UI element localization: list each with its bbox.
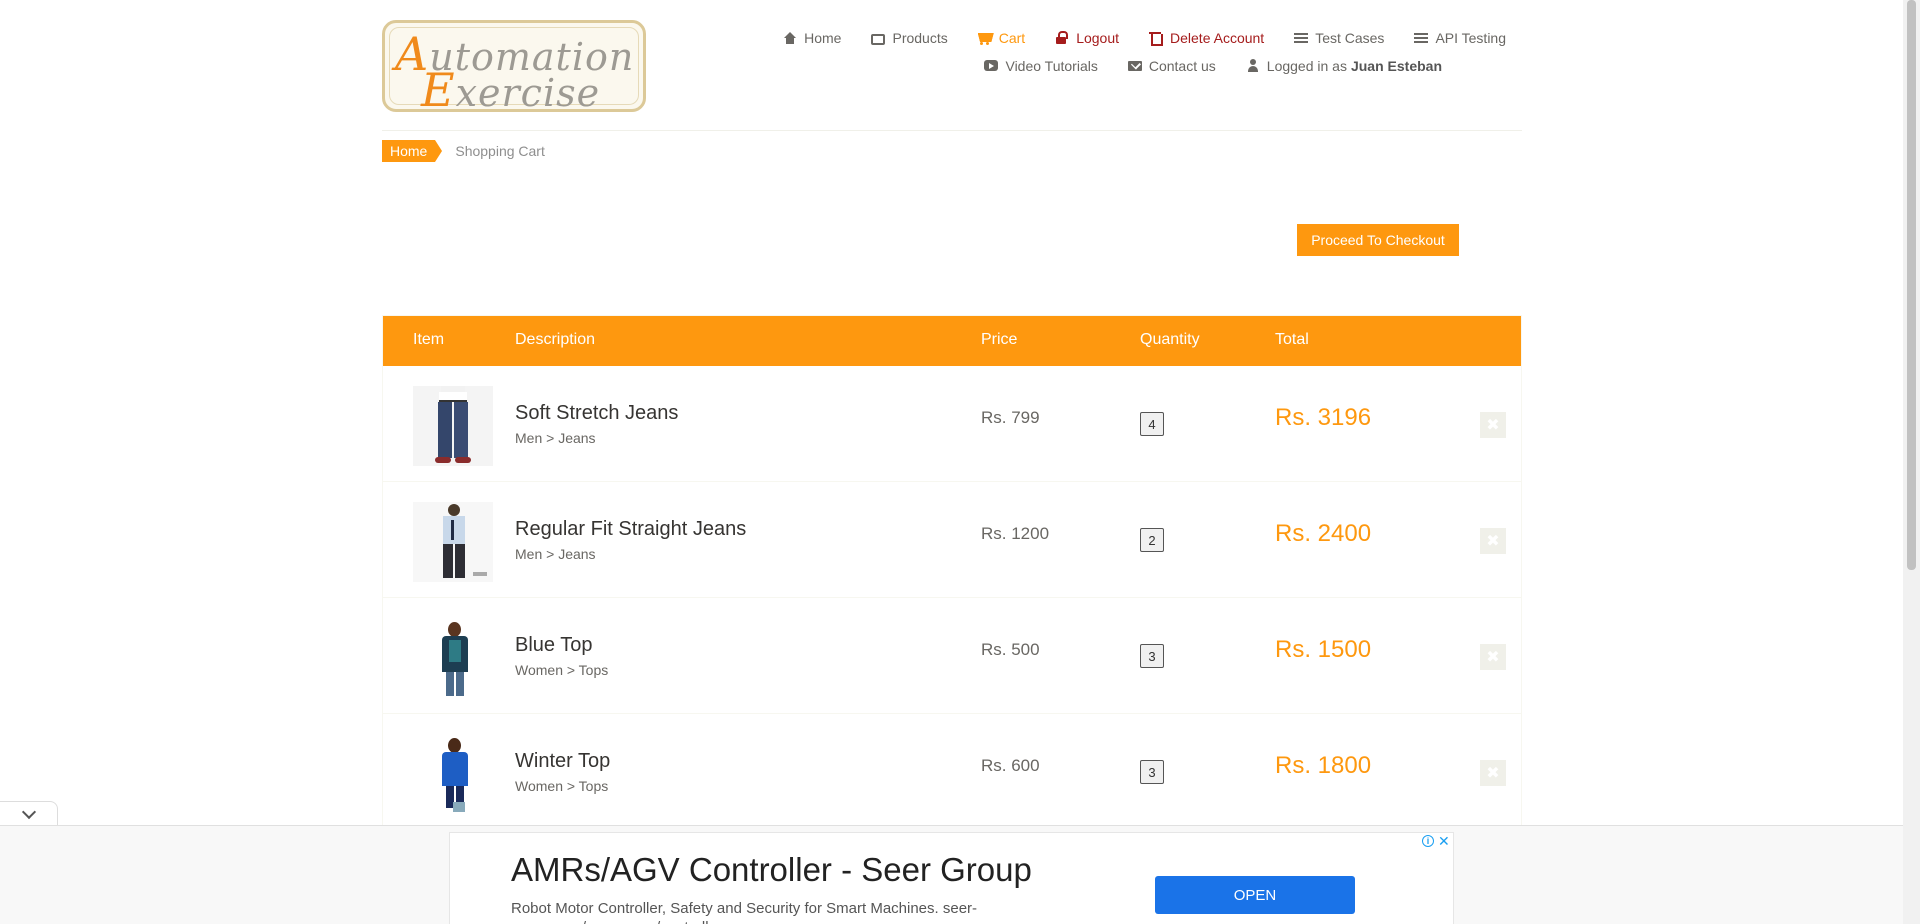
products-icon xyxy=(871,33,886,45)
logged-in-status: Logged in as Juan Esteban xyxy=(1246,58,1442,74)
nav-products[interactable]: Products xyxy=(871,30,948,46)
cart-icon xyxy=(978,31,992,45)
page-scrollbar[interactable] xyxy=(1903,0,1920,924)
nav-api-testing-label: API Testing xyxy=(1435,30,1506,46)
product-price: Rs. 500 xyxy=(981,640,1040,659)
product-quantity: 2 xyxy=(1140,528,1164,552)
logo-line-2: Exercise xyxy=(421,63,601,117)
trash-icon xyxy=(1149,31,1164,46)
product-image[interactable] xyxy=(413,734,493,814)
delete-item-button[interactable]: ✖ xyxy=(1480,528,1506,554)
username: Juan Esteban xyxy=(1350,58,1442,74)
product-quantity: 4 xyxy=(1140,412,1164,436)
product-name[interactable]: Blue Top xyxy=(515,634,592,657)
cart-row: Blue Top Women > Tops Rs. 500 3 Rs. 1500… xyxy=(383,598,1521,714)
header-quantity: Quantity xyxy=(1140,331,1200,348)
breadcrumb: Home Shopping Cart xyxy=(382,140,545,162)
close-icon: ✖ xyxy=(1486,765,1500,782)
product-total: Rs. 1500 xyxy=(1275,636,1372,663)
breadcrumb-home[interactable]: Home xyxy=(382,140,443,162)
nav-test-cases[interactable]: Test Cases xyxy=(1294,30,1384,46)
ad-content[interactable]: AMRs/AGV Controller - Seer Group Robot M… xyxy=(449,832,1454,924)
header-price: Price xyxy=(981,331,1018,348)
envelope-icon xyxy=(1127,59,1142,73)
nav-api-testing[interactable]: API Testing xyxy=(1414,30,1506,46)
nav-cart-label: Cart xyxy=(998,30,1026,46)
youtube-icon xyxy=(984,59,999,73)
product-name[interactable]: Soft Stretch Jeans xyxy=(515,402,678,425)
nav-contact-us-label: Contact us xyxy=(1148,58,1216,74)
list-icon xyxy=(1294,31,1309,45)
product-name[interactable]: Winter Top xyxy=(515,750,610,773)
close-icon: ✖ xyxy=(1486,417,1500,434)
cart-header-row: Item Description Price Quantity Total xyxy=(383,316,1521,366)
header-item: Item xyxy=(413,331,445,348)
nav-delete-account[interactable]: Delete Account xyxy=(1149,30,1264,46)
close-icon: ✖ xyxy=(1486,649,1500,666)
product-category: Women > Tops xyxy=(515,778,609,794)
ad-banner: AMRs/AGV Controller - Seer Group Robot M… xyxy=(0,825,1903,924)
header-total: Total xyxy=(1275,331,1309,348)
main-nav: Home Products Cart Logout Delete Account… xyxy=(762,30,1522,74)
product-total: Rs. 2400 xyxy=(1275,520,1372,547)
nav-row-1: Home Products Cart Logout Delete Account… xyxy=(762,30,1506,46)
nav-home[interactable]: Home xyxy=(783,30,841,46)
scrollbar-thumb[interactable] xyxy=(1907,0,1916,570)
delete-item-button[interactable]: ✖ xyxy=(1480,412,1506,438)
chevron-down-icon xyxy=(21,804,36,819)
site-logo[interactable]: Automation Exercise xyxy=(382,20,646,117)
cart-table: Item Description Price Quantity Total So… xyxy=(382,315,1522,835)
header-description: Description xyxy=(515,331,596,348)
nav-home-label: Home xyxy=(804,30,842,46)
ad-collapse-toggle[interactable] xyxy=(0,801,58,826)
ad-info-icon[interactable]: i xyxy=(1422,835,1434,847)
proceed-to-checkout-button[interactable]: Proceed To Checkout xyxy=(1297,224,1459,256)
ad-description: Robot Motor Controller, Safety and Secur… xyxy=(511,900,978,924)
cart-row: Regular Fit Straight Jeans Men > Jeans R… xyxy=(383,482,1521,598)
nav-logout[interactable]: Logout xyxy=(1055,30,1119,46)
nav-row-2: Video Tutorials Contact us Logged in as J… xyxy=(762,58,1442,74)
product-image[interactable] xyxy=(413,502,493,582)
nav-test-cases-label: Test Cases xyxy=(1315,30,1385,46)
product-image[interactable] xyxy=(413,386,493,466)
nav-delete-account-label: Delete Account xyxy=(1170,30,1265,46)
product-total: Rs. 1800 xyxy=(1275,752,1372,779)
cart-row: Winter Top Women > Tops Rs. 600 3 Rs. 18… xyxy=(383,714,1521,830)
close-icon: ✖ xyxy=(1486,533,1500,550)
product-quantity: 3 xyxy=(1140,644,1164,668)
breadcrumb-current: Shopping Cart xyxy=(455,143,545,159)
user-icon xyxy=(1246,59,1260,73)
ad-close-icon[interactable]: ✕ xyxy=(1438,833,1450,850)
product-category: Men > Jeans xyxy=(515,430,596,446)
product-image[interactable] xyxy=(413,618,493,698)
nav-contact-us[interactable]: Contact us xyxy=(1127,58,1216,74)
logged-in-prefix: Logged in as xyxy=(1266,58,1347,74)
nav-logout-label: Logout xyxy=(1076,30,1120,46)
nav-products-label: Products xyxy=(892,30,948,46)
product-category: Women > Tops xyxy=(515,662,609,678)
page: Automation Exercise Home Products Cart L… xyxy=(0,0,1920,924)
ad-open-button[interactable]: OPEN xyxy=(1155,876,1355,914)
delete-item-button[interactable]: ✖ xyxy=(1480,644,1506,670)
product-name[interactable]: Regular Fit Straight Jeans xyxy=(515,518,746,541)
delete-item-button[interactable]: ✖ xyxy=(1480,760,1506,786)
product-price: Rs. 600 xyxy=(981,756,1040,775)
header-divider xyxy=(382,130,1522,131)
lock-icon xyxy=(1055,31,1069,45)
product-price: Rs. 1200 xyxy=(981,524,1050,543)
cart-row: Soft Stretch Jeans Men > Jeans Rs. 799 4… xyxy=(383,366,1521,482)
product-quantity: 3 xyxy=(1140,760,1164,784)
product-category: Men > Jeans xyxy=(515,546,596,562)
list-icon xyxy=(1414,31,1429,45)
product-total: Rs. 3196 xyxy=(1275,404,1372,431)
nav-video-tutorials-label: Video Tutorials xyxy=(1005,58,1098,74)
nav-video-tutorials[interactable]: Video Tutorials xyxy=(984,58,1098,74)
ad-title[interactable]: AMRs/AGV Controller - Seer Group xyxy=(511,851,1032,889)
home-icon xyxy=(783,31,797,45)
nav-cart[interactable]: Cart xyxy=(978,30,1025,46)
product-price: Rs. 799 xyxy=(981,408,1040,427)
